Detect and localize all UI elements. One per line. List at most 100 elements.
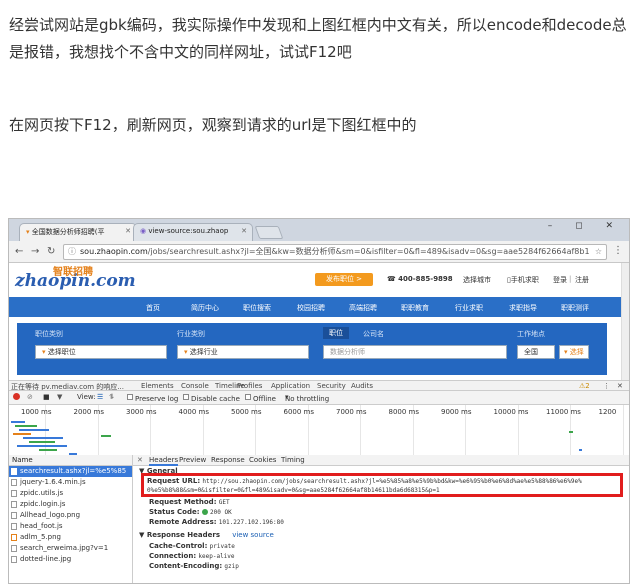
nav-item-job-search[interactable]: 职位搜索 bbox=[243, 303, 271, 313]
content-encoding-value: gzip bbox=[224, 563, 239, 570]
timeline-tick-label: 7000 ms bbox=[336, 408, 367, 416]
reload-icon[interactable]: ↻ bbox=[47, 246, 55, 257]
nav-item-industry[interactable]: 行业求职 bbox=[455, 303, 483, 313]
waterfall-bar bbox=[19, 429, 49, 431]
browser-tab-view-source[interactable]: ◉ view-source:sou.zhaop ✕ bbox=[133, 223, 253, 241]
devtools-tab-audits[interactable]: Audits bbox=[351, 382, 373, 390]
detail-tab-preview[interactable]: Preview bbox=[179, 456, 206, 464]
location-field[interactable]: 全国 bbox=[517, 345, 555, 359]
tab-close-icon[interactable]: ✕ bbox=[125, 227, 131, 235]
new-tab-button[interactable] bbox=[254, 226, 284, 239]
preserve-log-checkbox[interactable]: Preserve log bbox=[127, 393, 178, 403]
disable-cache-checkbox[interactable]: Disable cache bbox=[183, 393, 240, 403]
request-row[interactable]: jquery-1.6.4.min.js bbox=[9, 477, 132, 488]
filter-icon[interactable]: ▼ bbox=[57, 393, 62, 401]
disable-cache-label: Disable cache bbox=[191, 395, 240, 403]
view-source-link[interactable]: view source bbox=[232, 531, 274, 539]
window-controls[interactable]: – ◻ ✕ bbox=[548, 221, 623, 231]
industry-select[interactable]: ▾ 选择行业 bbox=[177, 345, 309, 359]
tab-favicon-icon: ▾ bbox=[26, 228, 30, 236]
request-row[interactable]: Allhead_logo.png bbox=[9, 510, 132, 521]
request-row[interactable]: zpidc.utils.js bbox=[9, 488, 132, 499]
category-label: 职位类别 bbox=[35, 330, 63, 338]
request-row-selected[interactable]: searchresult.ashx?jl=%e5%85 bbox=[9, 466, 132, 477]
status-code-label: Status Code: bbox=[149, 508, 200, 516]
detail-tab-headers[interactable]: Headers bbox=[149, 456, 179, 466]
detail-tabs: ✕ Headers Preview Response Cookies Timin… bbox=[133, 455, 629, 466]
script-icon bbox=[11, 479, 17, 486]
logo-chinese-text: 智联招聘 bbox=[53, 267, 93, 278]
nav-item-home[interactable]: 首页 bbox=[146, 303, 160, 313]
response-headers-toggle[interactable]: ▼ Response Headers view source bbox=[139, 531, 274, 539]
devtools-tab-security[interactable]: Security bbox=[317, 382, 346, 390]
article-paragraph-1: 经尝试网站是gbk编码，我实际操作中发现和上图红框内中文有关，所以encode和… bbox=[9, 16, 627, 61]
location-select-button[interactable]: ▾ 选择 bbox=[559, 345, 589, 359]
camera-icon[interactable]: ■ bbox=[43, 393, 50, 401]
script-icon bbox=[11, 501, 17, 508]
record-icon[interactable] bbox=[13, 393, 20, 402]
detail-tab-response[interactable]: Response bbox=[211, 456, 245, 464]
publish-job-button[interactable]: 发布职位 > bbox=[315, 273, 373, 286]
devtools-tab-profiles[interactable]: Profiles bbox=[237, 382, 262, 390]
mobile-job-link[interactable]: ▯手机求职 bbox=[507, 275, 539, 285]
network-lower-pane: Name searchresult.ashx?jl=%e5%85 jquery-… bbox=[9, 455, 629, 583]
request-method-value: GET bbox=[218, 499, 230, 506]
devtools-tabbar: 正在等待 pv.mediav.com 的响应... Elements Conso… bbox=[9, 380, 629, 391]
request-row[interactable]: head_foot.js bbox=[9, 521, 132, 532]
request-row[interactable]: search_erweima.jpg?v=1 bbox=[9, 543, 132, 554]
request-name: zpidc.login.js bbox=[20, 500, 66, 508]
tab-close-icon[interactable]: ✕ bbox=[241, 227, 247, 235]
menu-dots-icon[interactable]: ⋮ bbox=[613, 245, 623, 256]
nav-item-guide[interactable]: 求职指导 bbox=[509, 303, 537, 313]
throttling-select[interactable]: No throttling ▾ bbox=[285, 393, 329, 403]
browser-screenshot: ▾ 全国数据分析师招聘(平 ✕ ◉ view-source:sou.zhaop … bbox=[8, 218, 630, 584]
request-row[interactable]: zpidc.login.js bbox=[9, 499, 132, 510]
waterfall-bar bbox=[17, 445, 67, 447]
forward-arrow-icon[interactable]: → bbox=[31, 246, 39, 257]
tab-company[interactable]: 公司名 bbox=[363, 329, 384, 339]
nav-item-resume[interactable]: 简历中心 bbox=[191, 303, 219, 313]
offline-label: Offline bbox=[253, 395, 276, 403]
waterfall-bar bbox=[29, 441, 55, 443]
clear-icon[interactable]: ⊘ bbox=[27, 393, 33, 401]
request-name: Allhead_logo.png bbox=[20, 511, 81, 519]
job-category-select[interactable]: ▾ 选择职位 bbox=[35, 345, 167, 359]
list-view-icon[interactable]: ☰ bbox=[97, 393, 103, 401]
page-scrollbar[interactable] bbox=[621, 263, 629, 380]
request-method-label: Request Method: bbox=[149, 498, 217, 506]
detail-tab-timing[interactable]: Timing bbox=[281, 456, 305, 464]
remote-address-label: Remote Address: bbox=[149, 518, 217, 526]
back-arrow-icon[interactable]: ← bbox=[15, 246, 23, 257]
nav-item-senior[interactable]: 高端招聘 bbox=[349, 303, 377, 313]
nav-item-education[interactable]: 职职教育 bbox=[401, 303, 429, 313]
tab-position[interactable]: 职位 bbox=[323, 327, 349, 339]
login-link[interactable]: 登录 bbox=[553, 275, 567, 285]
offline-checkbox[interactable]: Offline bbox=[245, 393, 276, 403]
nav-item-campus[interactable]: 校园招聘 bbox=[297, 303, 325, 313]
name-column-header[interactable]: Name bbox=[9, 455, 132, 466]
info-icon[interactable]: ⓘ bbox=[68, 245, 76, 259]
request-row[interactable]: dotted-line.jpg bbox=[9, 554, 132, 565]
browser-tab-active[interactable]: ▾ 全国数据分析师招聘(平 ✕ bbox=[19, 223, 137, 241]
devtools-tab-application[interactable]: Application bbox=[271, 382, 310, 390]
bookmark-star-icon[interactable]: ☆ bbox=[591, 245, 602, 259]
close-detail-icon[interactable]: ✕ bbox=[137, 456, 143, 464]
devtools-menu-icon[interactable]: ⋮ bbox=[603, 382, 610, 390]
city-select-link[interactable]: 选择城市 bbox=[463, 275, 491, 285]
timeline-tick-label: 3000 ms bbox=[126, 408, 157, 416]
devtools-tab-elements[interactable]: Elements bbox=[141, 382, 174, 390]
devtools-tab-console[interactable]: Console bbox=[181, 382, 209, 390]
detail-tab-cookies[interactable]: Cookies bbox=[249, 456, 276, 464]
register-link[interactable]: 注册 bbox=[575, 275, 589, 285]
request-row[interactable]: adlm_5.png bbox=[9, 532, 132, 543]
devtools-close-icon[interactable]: ✕ bbox=[617, 382, 623, 390]
loading-status-text: 正在等待 pv.mediav.com 的响应... bbox=[11, 382, 124, 391]
zhaopin-logo[interactable]: zhaopin.com 智联招聘 bbox=[15, 267, 136, 291]
request-url-continued: 0%e5%b8%88&sm=0&isfilter=0&fl=489&isadv=… bbox=[147, 487, 440, 494]
address-bar[interactable]: ⓘ sou.zhaopin.com/jobs/searchresult.ashx… bbox=[63, 244, 607, 260]
warning-count[interactable]: ⚠2 bbox=[579, 382, 590, 390]
keyword-input[interactable]: 数据分析师 bbox=[323, 345, 507, 359]
timeline-tick-label: 4000 ms bbox=[178, 408, 210, 416]
waterfall-view-icon[interactable]: ⥮ bbox=[109, 393, 114, 402]
nav-item-assessment[interactable]: 职职测评 bbox=[561, 303, 589, 313]
